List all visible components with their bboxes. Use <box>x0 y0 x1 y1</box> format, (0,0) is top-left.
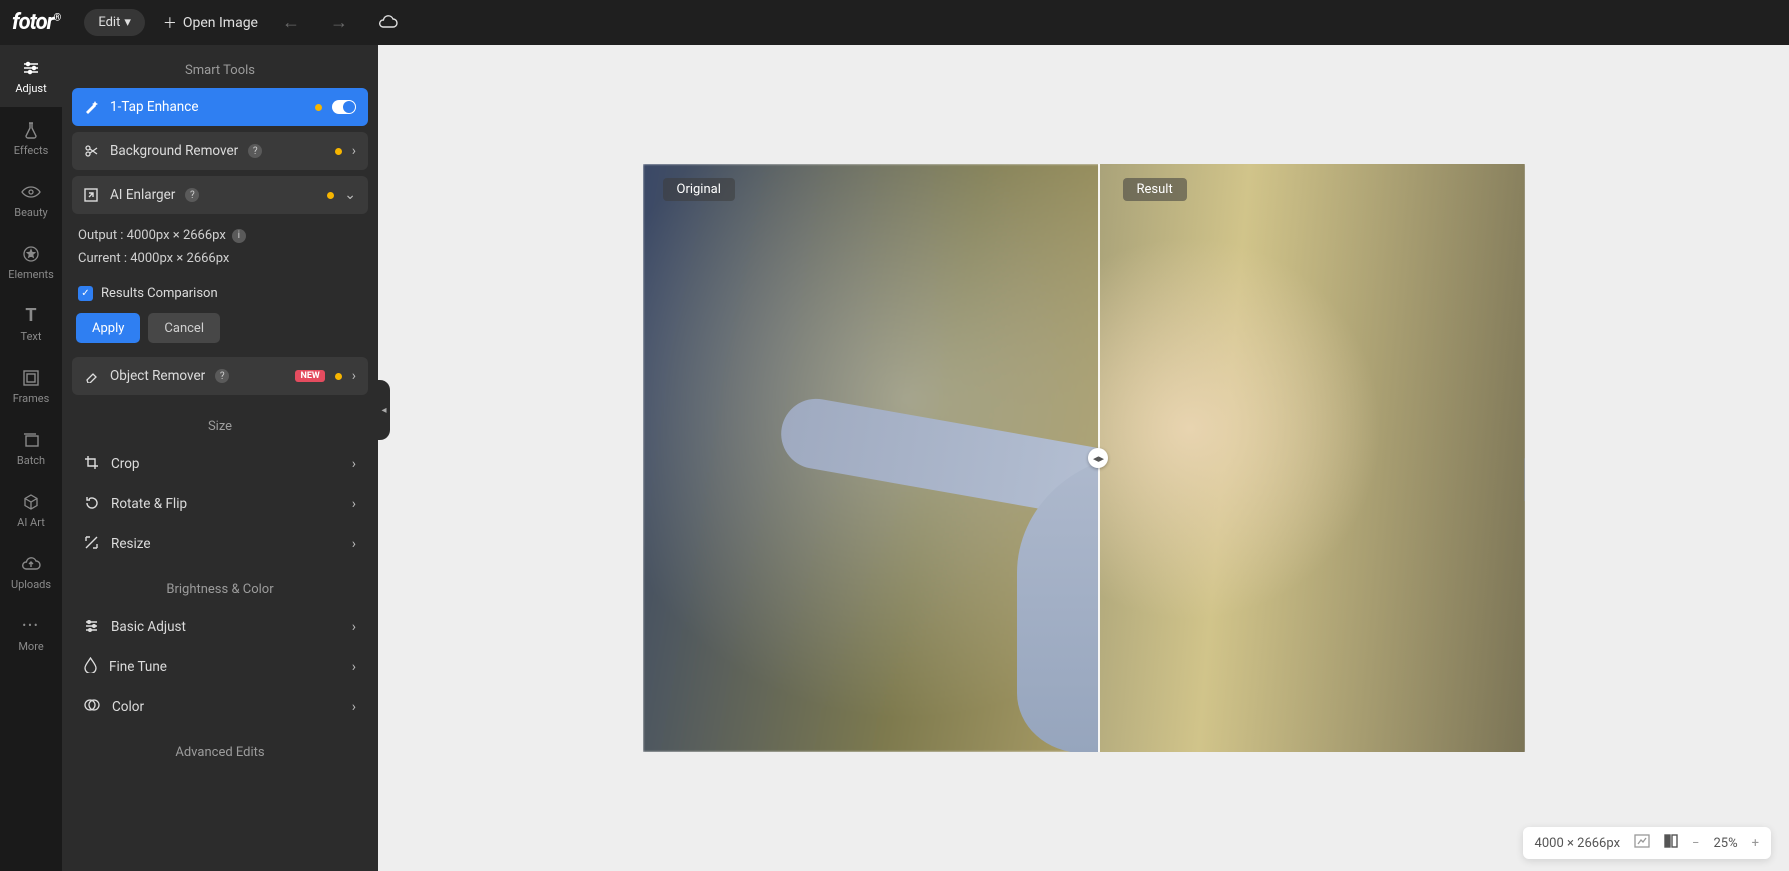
chevron-right-icon: › <box>352 619 356 635</box>
star-icon <box>21 244 41 264</box>
collapse-panel-button[interactable]: ◂ <box>378 380 390 440</box>
rail-beauty[interactable]: Beauty <box>0 169 62 231</box>
chevron-right-icon: › <box>352 536 356 552</box>
sliders-icon <box>21 58 41 78</box>
check-icon: ✓ <box>78 286 93 301</box>
rail-adjust[interactable]: Adjust <box>0 45 62 107</box>
premium-dot-icon <box>315 104 322 111</box>
new-badge: NEW <box>295 370 324 382</box>
tool-basic-adjust[interactable]: Basic Adjust› <box>72 607 368 647</box>
logo: fotor® <box>12 10 66 35</box>
zoom-level: 25% <box>1713 836 1737 851</box>
open-image-button[interactable]: ＋ Open Image <box>163 13 258 33</box>
fit-screen-icon[interactable] <box>1634 834 1650 852</box>
enlarge-icon <box>84 188 100 202</box>
tool-object-remover[interactable]: Object Remover ? NEW › <box>72 357 368 395</box>
rail-elements[interactable]: Elements <box>0 231 62 293</box>
flask-icon <box>21 120 41 140</box>
scissors-icon <box>84 144 100 158</box>
tool-ai-enlarger[interactable]: AI Enlarger ? ⌄ <box>72 176 368 214</box>
cube-icon <box>21 492 41 512</box>
premium-dot-icon <box>327 192 334 199</box>
zoom-in-button[interactable]: + <box>1752 836 1759 851</box>
info-icon[interactable]: i <box>232 229 246 243</box>
cancel-button[interactable]: Cancel <box>148 313 220 343</box>
section-smart-tools: Smart Tools <box>72 45 368 88</box>
current-size-label: Current : 4000px × 2666px <box>78 251 229 266</box>
text-icon: T <box>21 306 41 326</box>
enlarger-settings: Output : 4000px × 2666px i Current : 4000… <box>72 220 368 280</box>
resize-icon <box>84 535 99 554</box>
original-label: Original <box>663 178 735 201</box>
premium-dot-icon <box>335 373 342 380</box>
tool-crop[interactable]: Crop› <box>72 444 368 484</box>
canvas-area: Original Result ◂▸ 4000 × 2666px − 25% + <box>378 45 1789 871</box>
section-brightness: Brightness & Color <box>72 564 368 607</box>
palette-icon <box>84 697 100 717</box>
frame-icon <box>21 368 41 388</box>
crop-icon <box>84 455 99 474</box>
chevron-right-icon: › <box>352 143 356 159</box>
adjust-panel: Smart Tools 1-Tap Enhance Background Rem… <box>62 45 378 871</box>
dots-icon: ••• <box>21 616 41 636</box>
drop-icon <box>84 657 97 677</box>
tool-color[interactable]: Color› <box>72 687 368 727</box>
rail-ai-art[interactable]: AI Art <box>0 479 62 541</box>
section-size: Size <box>72 401 368 444</box>
batch-icon <box>21 430 41 450</box>
rotate-icon <box>84 495 99 514</box>
rail-text[interactable]: T Text <box>0 293 62 355</box>
apply-button[interactable]: Apply <box>76 313 140 343</box>
status-dimensions: 4000 × 2666px <box>1535 836 1621 851</box>
result-label: Result <box>1123 178 1187 201</box>
image-canvas[interactable]: Original Result ◂▸ <box>643 164 1525 752</box>
cloud-sync-icon[interactable] <box>372 13 404 32</box>
chevron-down-icon: ▾ <box>124 15 131 30</box>
chevron-right-icon: › <box>352 496 356 512</box>
help-icon[interactable]: ? <box>248 144 262 158</box>
premium-dot-icon <box>335 148 342 155</box>
zoom-out-button[interactable]: − <box>1692 836 1699 851</box>
redo-button[interactable]: → <box>324 12 354 33</box>
rail-more[interactable]: ••• More <box>0 603 62 665</box>
plus-icon: ＋ <box>163 13 177 33</box>
rail-batch[interactable]: Batch <box>0 417 62 479</box>
edit-dropdown[interactable]: Edit ▾ <box>84 9 145 36</box>
rail-effects[interactable]: Effects <box>0 107 62 169</box>
chevron-down-icon: ⌄ <box>344 187 356 203</box>
results-comparison-checkbox[interactable]: ✓ Results Comparison <box>78 286 362 301</box>
tool-fine-tune[interactable]: Fine Tune› <box>72 647 368 687</box>
undo-button[interactable]: ← <box>276 12 306 33</box>
compare-icon[interactable] <box>1664 833 1678 853</box>
compare-slider-handle[interactable]: ◂▸ <box>1088 448 1108 468</box>
output-size-label: Output : 4000px × 2666px <box>78 228 226 243</box>
chevron-right-icon: › <box>352 368 356 384</box>
chevron-right-icon: › <box>352 456 356 472</box>
status-bar: 4000 × 2666px − 25% + <box>1523 827 1771 859</box>
left-rail: Adjust Effects Beauty Elements T Text Fr… <box>0 45 62 871</box>
chevron-right-icon: › <box>352 659 356 675</box>
top-bar: fotor® Edit ▾ ＋ Open Image ← → <box>0 0 1789 45</box>
upload-icon <box>21 554 41 574</box>
help-icon[interactable]: ? <box>215 369 229 383</box>
help-icon[interactable]: ? <box>185 188 199 202</box>
enhance-toggle[interactable] <box>332 100 356 114</box>
eraser-icon <box>84 369 100 383</box>
tool-resize[interactable]: Resize› <box>72 524 368 564</box>
rail-frames[interactable]: Frames <box>0 355 62 417</box>
section-advanced: Advanced Edits <box>72 727 368 770</box>
chevron-right-icon: › <box>352 699 356 715</box>
eye-icon <box>21 182 41 202</box>
tool-1tap-enhance[interactable]: 1-Tap Enhance <box>72 88 368 126</box>
sliders-icon <box>84 618 99 637</box>
wand-icon <box>84 100 100 114</box>
rail-uploads[interactable]: Uploads <box>0 541 62 603</box>
tool-rotate-flip[interactable]: Rotate & Flip› <box>72 484 368 524</box>
tool-bg-remover[interactable]: Background Remover ? › <box>72 132 368 170</box>
